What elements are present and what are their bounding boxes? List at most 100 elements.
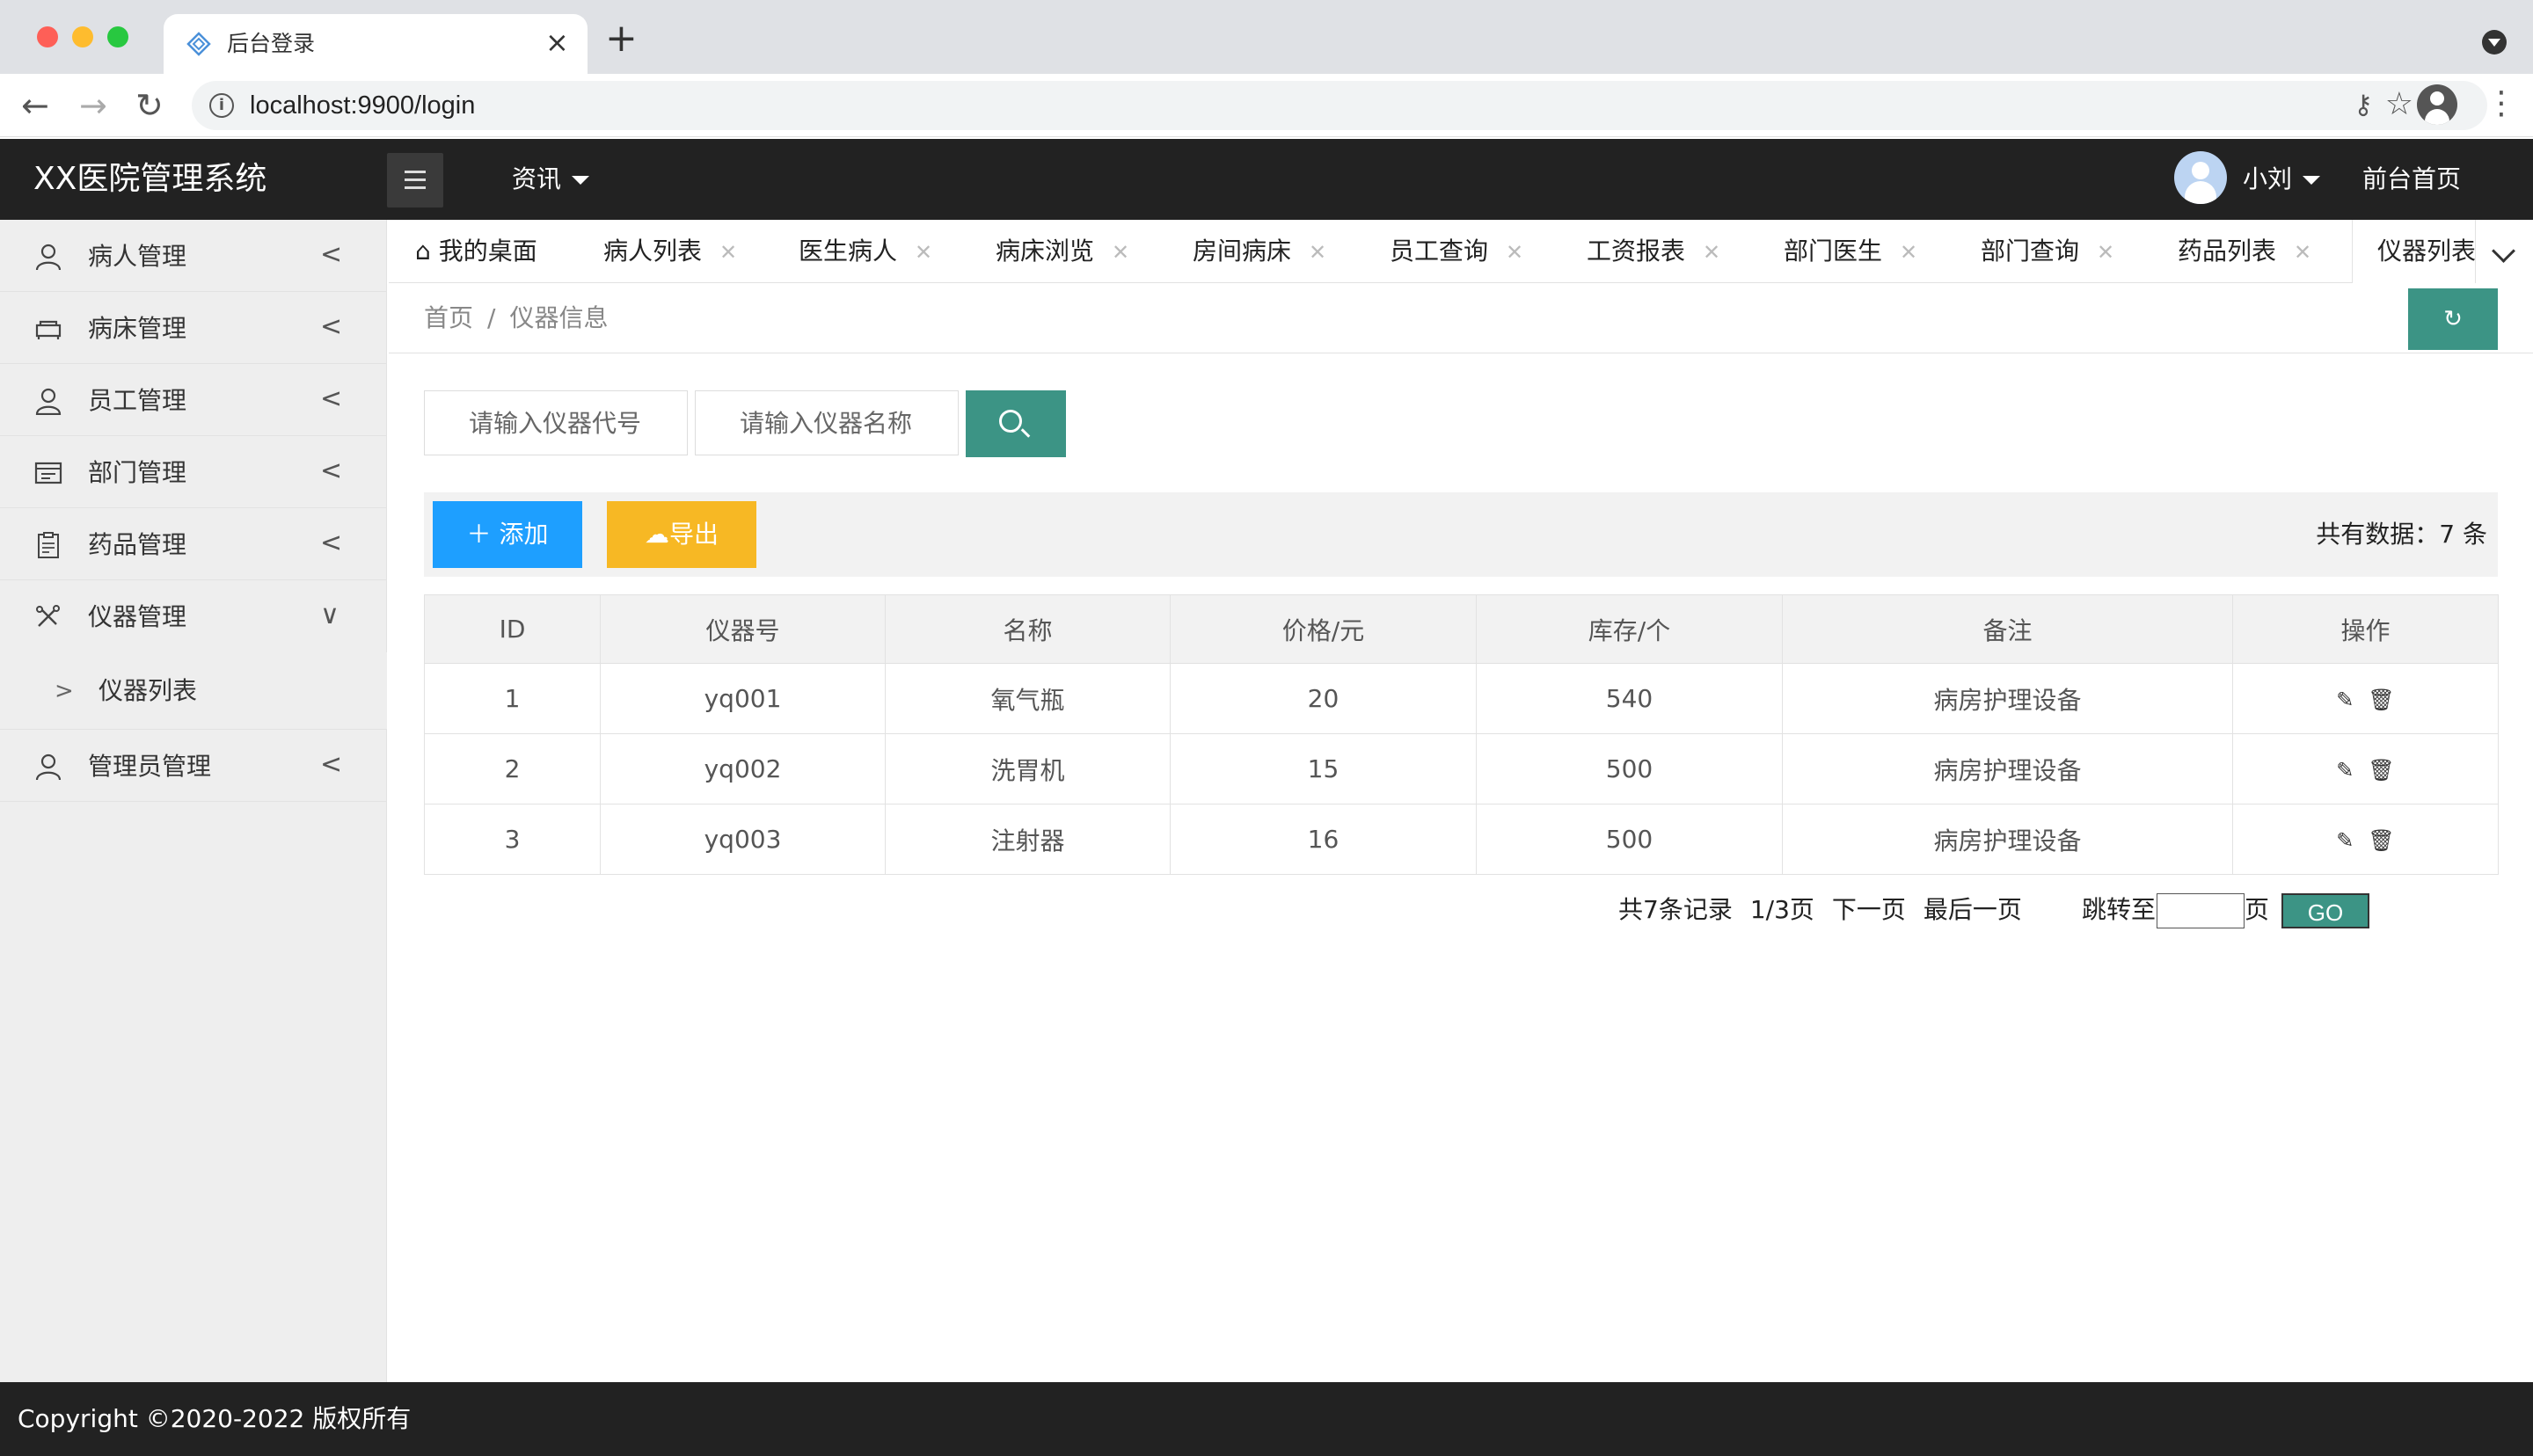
key-icon[interactable]: ⚷ xyxy=(2354,90,2373,120)
tab-medicine-list[interactable]: 药品列表 ✕ xyxy=(2178,220,2311,283)
add-button[interactable]: ＋ 添加 xyxy=(433,501,582,568)
star-icon[interactable]: ☆ xyxy=(2385,86,2413,122)
front-page-link[interactable]: 前台首页 xyxy=(2362,162,2461,197)
tab-salary-report[interactable]: 工资报表 ✕ xyxy=(1587,220,1720,283)
chevron-down-icon[interactable] xyxy=(2475,220,2533,283)
column-header: 名称 xyxy=(885,594,1171,664)
page-jump-input[interactable] xyxy=(2157,893,2245,928)
export-button-label: 导出 xyxy=(668,520,719,549)
column-header: 备注 xyxy=(1782,594,2233,664)
refresh-button[interactable]: ↻ xyxy=(2408,288,2498,350)
tab-bed-browse[interactable]: 病床浏览 ✕ xyxy=(996,220,1129,283)
footer: Copyright ©2020-2022 版权所有 xyxy=(0,1382,2533,1456)
instrument-name-input[interactable] xyxy=(695,390,959,455)
close-icon[interactable]: ✕ xyxy=(1703,240,1720,265)
close-icon[interactable]: ✕ xyxy=(915,240,932,265)
close-icon[interactable]: ✕ xyxy=(2294,240,2311,265)
instrument-code-input[interactable] xyxy=(424,390,688,455)
tab-room-beds[interactable]: 房间病床 ✕ xyxy=(1193,220,1326,283)
more-menu-icon[interactable]: ⋮ xyxy=(2486,84,2517,123)
sidebar-item-staff[interactable]: 员工管理 < xyxy=(0,364,387,436)
chevron-left-icon: < xyxy=(320,311,343,342)
forward-arrow-icon[interactable]: → xyxy=(79,86,107,125)
browser-tab[interactable]: 后台登录 × xyxy=(164,14,588,74)
tab-search-icon[interactable] xyxy=(2482,30,2507,55)
edit-pencil-icon[interactable]: ✎ xyxy=(2336,758,2354,783)
tab-staff-query[interactable]: 员工查询 ✕ xyxy=(1390,220,1523,283)
plus-icon: ＋ xyxy=(466,520,492,549)
cell-id: 2 xyxy=(424,733,601,804)
column-header: ID xyxy=(424,594,601,664)
tab-label: 药品列表 xyxy=(2178,237,2277,266)
edit-pencil-icon[interactable]: ✎ xyxy=(2336,828,2354,853)
cell-name: 氧气瓶 xyxy=(885,663,1171,734)
cell-price: 20 xyxy=(1170,663,1477,734)
tab-my-desktop[interactable]: ⌂ 我的桌面 xyxy=(415,220,537,283)
sidebar-item-admins[interactable]: 管理员管理 < xyxy=(0,730,387,802)
tab-doctor-patients[interactable]: 医生病人 ✕ xyxy=(799,220,932,283)
trash-icon[interactable]: 🗑 xyxy=(2368,688,2394,712)
cell-note: 病房护理设备 xyxy=(1782,804,2233,875)
tab-patient-list[interactable]: 病人列表 ✕ xyxy=(603,220,737,283)
avatar[interactable] xyxy=(2174,151,2227,204)
tab-instrument-list[interactable]: 仪器列表 xyxy=(2352,220,2475,283)
pagination-next[interactable]: 下一页 xyxy=(1832,895,1906,924)
browser-tab-close-button[interactable]: × xyxy=(545,26,569,58)
close-icon[interactable]: ✕ xyxy=(1309,240,1326,265)
sidebar-subitem-instrument-list[interactable]: > 仪器列表 xyxy=(0,652,387,730)
go-button[interactable]: GO xyxy=(2281,893,2369,928)
pagination-jump-label: 跳转至 xyxy=(2081,895,2156,924)
menu-toggle-icon[interactable] xyxy=(387,153,443,207)
trash-icon[interactable]: 🗑 xyxy=(2368,828,2394,853)
sidebar-item-medicine[interactable]: 药品管理 < xyxy=(0,508,387,580)
tools-icon xyxy=(36,605,60,627)
header-nav-news[interactable]: 资讯 xyxy=(512,162,590,197)
breadcrumb-home[interactable]: 首页 xyxy=(424,303,473,332)
window-zoom-button[interactable] xyxy=(107,26,128,47)
address-url[interactable]: localhost:9900/login xyxy=(250,91,475,120)
sidebar-item-beds[interactable]: 病床管理 < xyxy=(0,292,387,364)
chevron-right-icon: > xyxy=(55,678,74,704)
tab-department-doctors[interactable]: 部门医生 ✕ xyxy=(1784,220,1917,283)
window-close-button[interactable] xyxy=(37,26,58,47)
caret-down-icon xyxy=(572,176,590,185)
search-button[interactable] xyxy=(966,390,1066,457)
sidebar-item-patients[interactable]: 病人管理 < xyxy=(0,220,387,292)
tab-department-query[interactable]: 部门查询 ✕ xyxy=(1981,220,2114,283)
user-menu[interactable]: 小刘 xyxy=(2243,162,2321,197)
clipboard-icon xyxy=(38,532,59,558)
reload-icon[interactable]: ↻ xyxy=(135,86,164,125)
cell-stock: 500 xyxy=(1476,804,1783,875)
close-icon[interactable]: ✕ xyxy=(1112,240,1129,265)
pagination-last[interactable]: 最后一页 xyxy=(1923,895,2022,924)
sidebar-item-instruments[interactable]: 仪器管理 ∨ xyxy=(0,580,387,652)
edit-pencil-icon[interactable]: ✎ xyxy=(2336,688,2354,712)
cell-price: 16 xyxy=(1170,804,1477,875)
header-nav-label: 资讯 xyxy=(512,164,562,193)
window-minimize-button[interactable] xyxy=(72,26,93,47)
close-icon[interactable]: ✕ xyxy=(719,240,737,265)
close-icon[interactable]: ✕ xyxy=(2097,240,2114,265)
address-bar[interactable]: i localhost:9900/login ⚷ ☆ xyxy=(192,81,2487,130)
page-tab-strip: ⌂ 我的桌面 病人列表 ✕ 医生病人 ✕ 病床浏览 ✕ 房间病床 ✕ 员工查询 ✕ 工资报… xyxy=(389,220,2533,283)
cell-price: 15 xyxy=(1170,733,1477,804)
cell-code: yq001 xyxy=(600,663,886,734)
table-row: 3 yq003 注射器 16 500 病房护理设备 ✎ 🗑 xyxy=(424,804,2499,875)
sidebar-item-departments[interactable]: 部门管理 < xyxy=(0,436,387,508)
back-arrow-icon[interactable]: ← xyxy=(21,86,49,125)
column-header: 价格/元 xyxy=(1170,594,1477,664)
trash-icon[interactable]: 🗑 xyxy=(2368,758,2394,783)
column-header: 库存/个 xyxy=(1476,594,1783,664)
export-button[interactable]: ☁导出 xyxy=(607,501,756,568)
profile-icon[interactable] xyxy=(2417,84,2457,125)
close-icon[interactable]: ✕ xyxy=(1506,240,1523,265)
action-bar: ＋ 添加 ☁导出 共有数据：7 条 xyxy=(424,492,2498,577)
sidebar-item-label: 病床管理 xyxy=(88,314,187,343)
pagination: 共7条记录 1/3页 下一页 最后一页 跳转至 xyxy=(1618,892,2173,928)
info-icon[interactable]: i xyxy=(209,93,234,118)
cell-id: 1 xyxy=(424,663,601,734)
close-icon[interactable]: ✕ xyxy=(1900,240,1917,265)
new-tab-button[interactable]: + xyxy=(605,19,638,58)
sidebar-item-label: 病人管理 xyxy=(88,242,187,271)
browser-tab-bar: 后台登录 × + xyxy=(0,0,2533,74)
